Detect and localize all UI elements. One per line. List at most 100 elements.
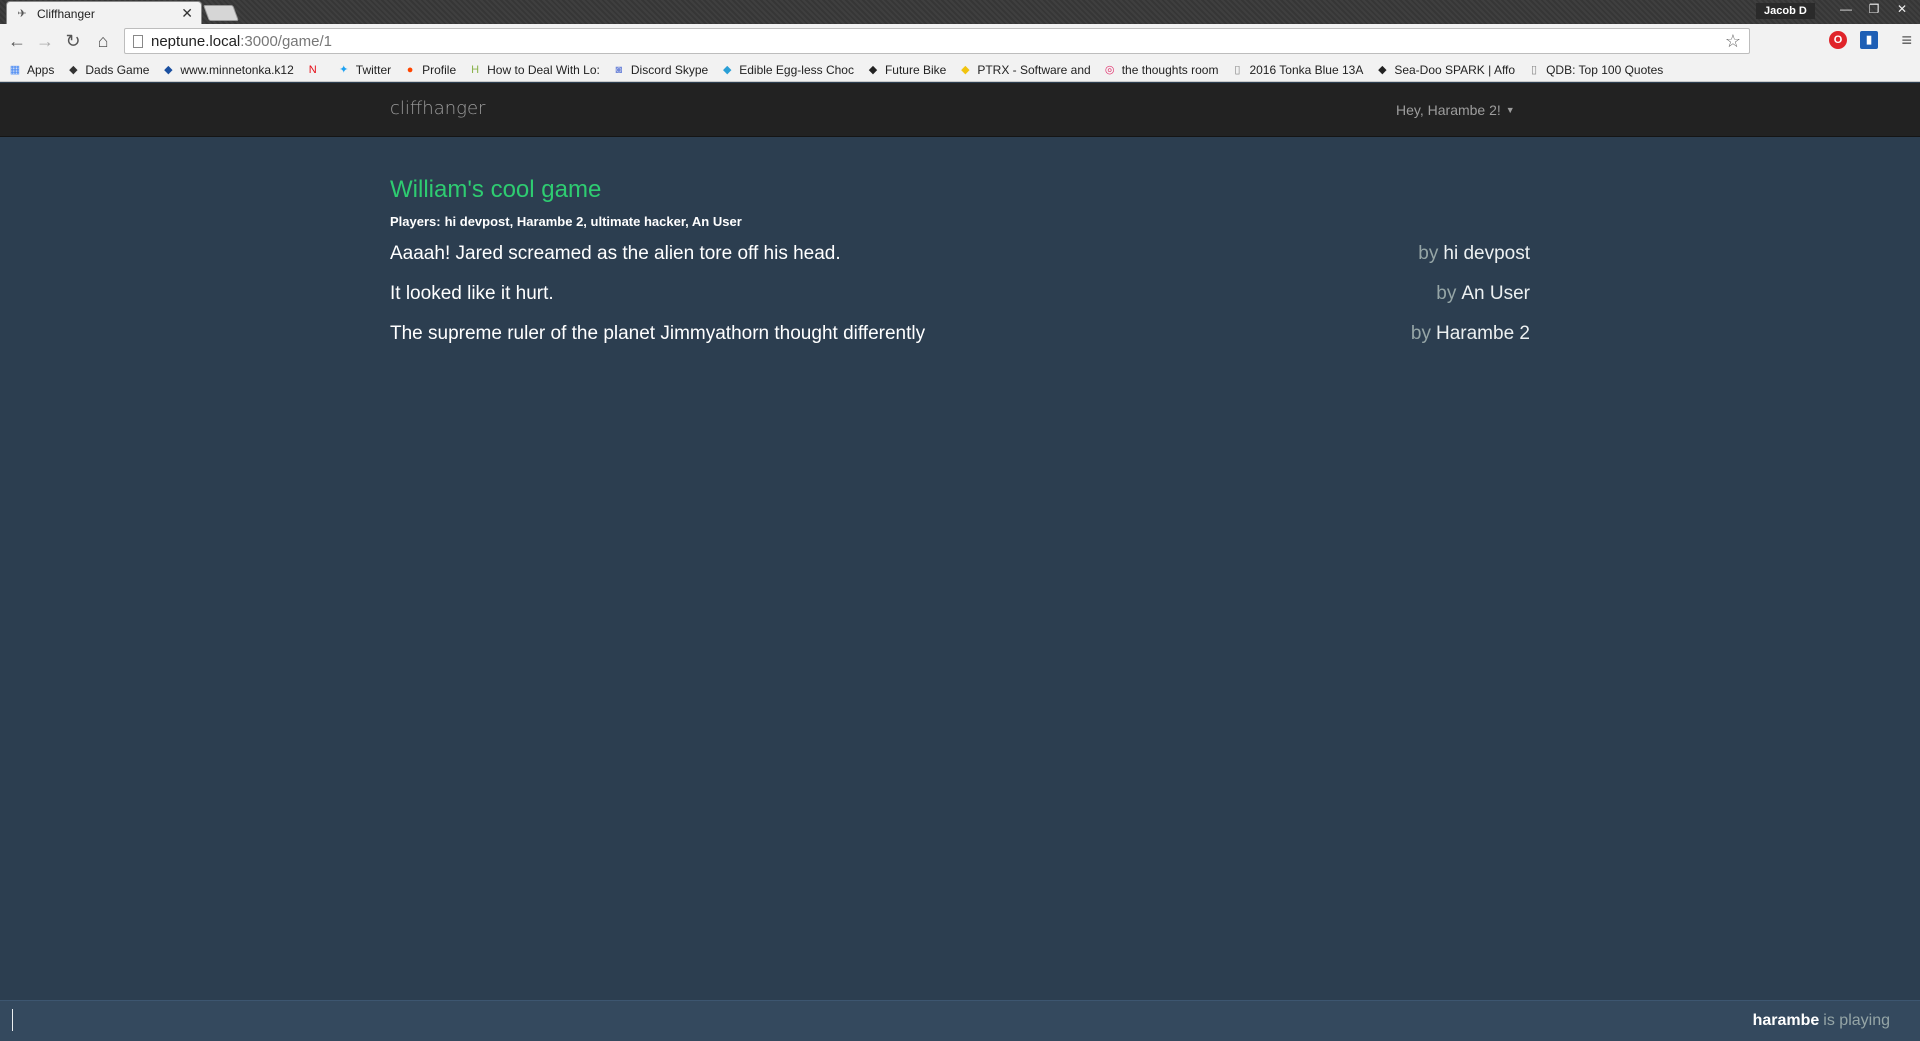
twitter-icon: ✦ [339, 63, 349, 76]
story-line: It looked like it hurt. by An User [390, 283, 1530, 323]
home-icon[interactable]: ⌂ [92, 30, 114, 52]
apps-grid-icon: ▦ [9, 63, 21, 76]
reddit-icon: ● [406, 63, 414, 76]
user-dropdown[interactable]: Hey, Harambe 2! ▼ [1396, 102, 1515, 118]
story-line-author: An User [1461, 283, 1530, 304]
bookmark-item[interactable]: ✦ Twitter [337, 63, 391, 77]
bookmark-item[interactable]: N [306, 63, 325, 77]
restore-icon[interactable]: ❐ [1860, 0, 1888, 18]
new-tab-button[interactable] [203, 5, 239, 21]
story-line-byline: by Harambe 2 [1411, 323, 1530, 345]
bookmark-item[interactable]: ◎ the thoughts room [1103, 63, 1219, 77]
address-bar[interactable]: neptune.local:3000/game/1 ☆ [124, 28, 1750, 54]
brand-link[interactable]: cliffhanger [390, 98, 485, 119]
browser-titlebar: ✈ Cliffhanger ✕ Jacob D — ❐ ✕ [0, 0, 1920, 25]
bookmark-label: www.minnetonka.k12 [180, 62, 294, 77]
profile-button[interactable]: Jacob D [1756, 3, 1815, 19]
rocket-favicon-icon: ✈ [17, 7, 27, 20]
story-line-author: Harambe 2 [1436, 323, 1530, 344]
bookmark-item[interactable]: ▯ QDB: Top 100 Quotes [1527, 63, 1663, 77]
story-line-author: hi devpost [1443, 243, 1530, 264]
bookmark-label: Profile [422, 62, 457, 77]
close-window-icon[interactable]: ✕ [1888, 0, 1916, 18]
bookmark-icon: ◆ [723, 63, 732, 76]
bookmarks-bar: ▦ Apps ◆ Dads Game ◆ www.minnetonka.k12 N ✦ Twit… [0, 58, 1920, 82]
players-list: Players: hi devpost, Harambe 2, ultimate … [390, 214, 1530, 229]
status-text: is playing [1823, 1012, 1890, 1029]
bookmark-label: QDB: Top 100 Quotes [1546, 62, 1664, 77]
story-line-text: The supreme ruler of the planet Jimmyath… [390, 323, 926, 344]
footer-bar: harambe is playing [0, 1000, 1920, 1041]
players-label: Players: [390, 214, 441, 229]
current-player: harambe [1752, 1012, 1820, 1029]
bookmark-label: Twitter [355, 62, 392, 77]
story-line: The supreme ruler of the planet Jimmyath… [390, 323, 1530, 363]
bookmark-label: Sea-Doo SPARK | Affo [1394, 62, 1516, 77]
bookmark-label: Dads Game [85, 62, 150, 77]
bookmark-item[interactable]: ● Profile [403, 63, 456, 77]
minimize-icon[interactable]: — [1832, 0, 1860, 18]
bookmark-icon: ◆ [164, 63, 173, 76]
bookmark-item[interactable]: ◆ PTRX - Software and [958, 62, 1091, 77]
bookmark-item[interactable]: ◆ Edible Egg-less Choc [720, 63, 854, 77]
bookmark-item[interactable]: ▯ 2016 Tonka Blue 13A [1230, 63, 1363, 77]
url-host: neptune.local [151, 32, 241, 50]
story-line: Aaaah! Jared screamed as the alien tore … [390, 243, 1530, 283]
bookmark-label: How to Deal With Lo: [487, 62, 600, 77]
browser-tab[interactable]: ✈ Cliffhanger ✕ [6, 1, 202, 25]
page-icon: ▯ [1234, 63, 1241, 76]
bookmark-item[interactable]: ◆ Sea-Doo SPARK | Affo [1375, 63, 1515, 77]
close-tab-icon[interactable]: ✕ [181, 5, 193, 22]
bookmark-label: Future Bike [884, 62, 947, 77]
caret-down-icon: ▼ [1505, 105, 1515, 115]
bookmark-icon: ◆ [1378, 63, 1387, 76]
bookmark-item[interactable]: ◙ Discord Skype [612, 62, 709, 77]
players-names: hi devpost, Harambe 2, ultimate hacker, … [444, 214, 742, 229]
bookmark-label: Edible Egg-less Choc [739, 62, 854, 77]
story-line-byline: by An User [1436, 283, 1530, 305]
user-greeting: Hey, Harambe 2! [1396, 102, 1501, 118]
bookmark-item[interactable]: ◆ Dads Game [66, 63, 149, 77]
chrome-menu-icon[interactable]: ≡ [1901, 30, 1912, 51]
wikihow-icon: H [471, 63, 480, 76]
bookmark-item[interactable]: ◆ Future Bike [866, 62, 947, 77]
bookmark-label: 2016 Tonka Blue 13A [1249, 62, 1364, 77]
netflix-icon: N [308, 63, 317, 76]
by-label: by [1436, 283, 1457, 304]
playing-status: harambe is playing [1753, 1012, 1890, 1030]
bookmark-icon: ◆ [69, 63, 78, 76]
opera-extension-icon[interactable]: O [1829, 31, 1847, 49]
reader-extension-icon[interactable]: ▮ [1860, 31, 1878, 49]
forward-arrow-icon[interactable]: → [34, 30, 56, 52]
bookmark-star-icon[interactable]: ☆ [1725, 31, 1741, 52]
story-line-byline: by hi devpost [1418, 243, 1530, 265]
bookmark-label: the thoughts room [1121, 62, 1219, 77]
bookmark-icon: ◆ [961, 63, 970, 76]
bookmark-label: Apps [27, 62, 55, 77]
browser-toolbar: ← → ↻ ⌂ neptune.local:3000/game/1 ☆ O ▮ … [0, 24, 1920, 58]
discord-icon: ◙ [615, 63, 623, 76]
page-icon: ▯ [1531, 63, 1538, 76]
site-navbar: cliffhanger Hey, Harambe 2! ▼ [0, 83, 1920, 137]
text-input-cursor[interactable] [12, 1009, 13, 1031]
window-controls: — ❐ ✕ [1832, 0, 1916, 18]
game-title: William's cool game [390, 176, 602, 203]
reload-icon[interactable]: ↻ [62, 30, 84, 52]
by-label: by [1410, 323, 1431, 344]
bookmark-item[interactable]: ▦ Apps [8, 62, 55, 77]
bookmark-item[interactable]: ◆ www.minnetonka.k12 [161, 62, 294, 77]
bookmark-item[interactable]: H How to Deal With Lo: [468, 63, 600, 77]
instagram-icon: ◎ [1104, 63, 1115, 76]
bookmark-label: PTRX - Software and [977, 62, 1091, 77]
game-content: William's cool game Players: hi devpost, … [390, 176, 1530, 363]
story-line-text: Aaaah! Jared screamed as the alien tore … [390, 243, 841, 264]
by-label: by [1418, 243, 1439, 264]
page-icon [133, 34, 143, 48]
story-lines: Aaaah! Jared screamed as the alien tore … [390, 243, 1530, 363]
tab-title: Cliffhanger [37, 6, 95, 21]
bookmark-label: Discord Skype [630, 62, 709, 77]
story-line-text: It looked like it hurt. [390, 283, 554, 304]
url-path: :3000/game/1 [240, 32, 332, 50]
bookmark-icon: ◆ [868, 63, 878, 76]
back-arrow-icon[interactable]: ← [6, 30, 28, 52]
